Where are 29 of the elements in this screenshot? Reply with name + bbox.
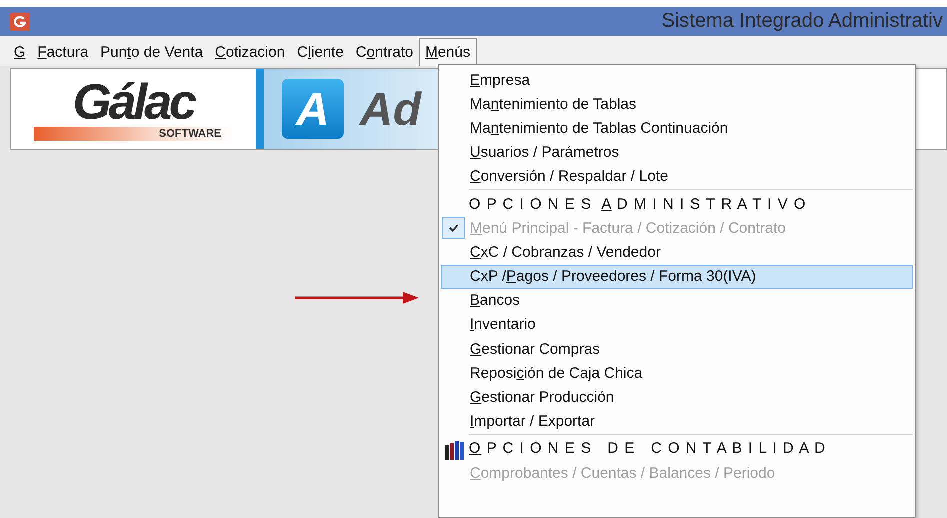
menu-item[interactable]: Punto de Venta (94, 38, 210, 66)
menu-item[interactable]: G (8, 38, 32, 66)
menu-option[interactable]: CxP /Pagos / Proveedores / Forma 30(IVA) (441, 264, 913, 289)
menu-option[interactable]: Importar / Exportar (441, 410, 913, 434)
window-title: Sistema Integrado Administrativ (662, 10, 944, 33)
menu-option[interactable]: Mantenimiento de Tablas Continuación (441, 116, 913, 141)
section-heading: O P C I O N E S D E C O N T A B I L I D A D (469, 440, 826, 458)
app-badge: A (282, 79, 344, 139)
brand-logo-text: Gálac (72, 77, 194, 127)
menu-option[interactable]: Reposición de Caja Chica (441, 361, 913, 386)
menu-item[interactable]: Factura (32, 38, 95, 66)
menu-option[interactable]: CxC / Cobranzas / Vendedor (441, 240, 913, 264)
menu-option[interactable]: Inventario (441, 312, 913, 338)
menu-option[interactable]: Empresa (441, 68, 913, 92)
menu-option[interactable]: Conversión / Respaldar / Lote (441, 164, 913, 189)
menu-option[interactable]: Usuarios / Parámetros (441, 140, 913, 165)
brand-subtitle: SOFTWARE (159, 128, 222, 140)
menu-option[interactable]: Gestionar Compras (441, 337, 913, 362)
menu-option[interactable]: Gestionar Producción (441, 385, 913, 410)
menu-item[interactable]: Menús (419, 38, 476, 66)
menu-item[interactable]: Cotizacion (209, 38, 292, 66)
books-icon (443, 440, 465, 460)
app-logo-icon (10, 12, 30, 30)
menu-item[interactable]: Contrato (350, 38, 420, 66)
menu-option[interactable]: Mantenimiento de Tablas (441, 92, 913, 116)
menu-item[interactable]: Cliente (291, 38, 350, 66)
app-name: Ad (360, 82, 422, 136)
menu-option[interactable]: Bancos (441, 288, 913, 313)
section-heading: O P C I O N E S A D M I N I S T R A T I V O (469, 196, 807, 213)
